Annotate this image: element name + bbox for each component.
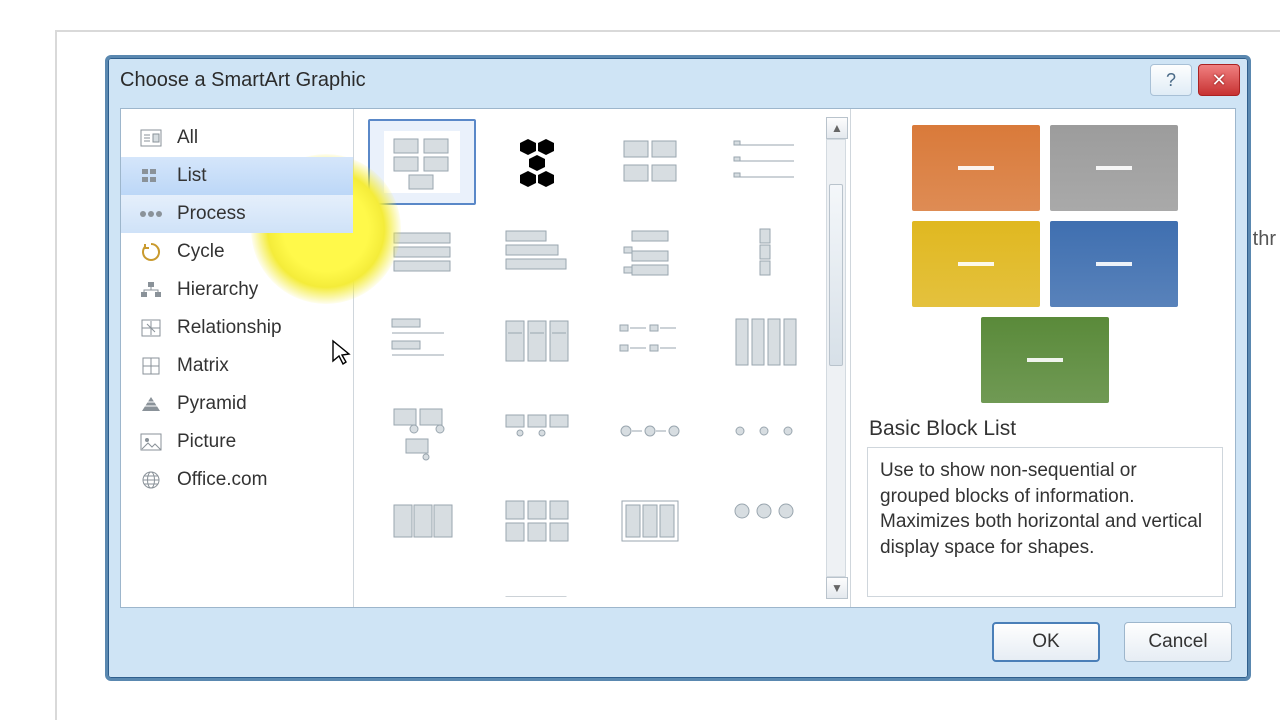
titlebar: Choose a SmartArt Graphic ? ✕: [108, 58, 1248, 102]
layout-thumb[interactable]: [368, 479, 476, 565]
layout-thumb[interactable]: [596, 569, 704, 597]
layout-thumb[interactable]: [368, 299, 476, 385]
layout-thumb[interactable]: [482, 569, 590, 597]
relationship-icon: [139, 318, 163, 338]
layout-thumb[interactable]: [482, 119, 590, 205]
category-label: Office.com: [177, 469, 267, 491]
background-text-fragment: thr: [1253, 228, 1276, 251]
category-officecom[interactable]: Office.com: [121, 461, 353, 499]
category-cycle[interactable]: Cycle: [121, 233, 353, 271]
preview-title: Basic Block List: [869, 417, 1223, 441]
layout-thumb[interactable]: [596, 479, 704, 565]
category-process[interactable]: Process: [121, 195, 353, 233]
help-button[interactable]: ?: [1150, 64, 1192, 96]
layout-thumb[interactable]: [482, 479, 590, 565]
preview-pane: Basic Block List Use to show non-sequent…: [851, 109, 1235, 607]
category-label: Picture: [177, 431, 236, 453]
category-label: Process: [177, 203, 246, 225]
category-label: Relationship: [177, 317, 282, 339]
layout-thumb[interactable]: [710, 299, 818, 385]
category-label: Pyramid: [177, 393, 247, 415]
layout-thumb[interactable]: [710, 569, 818, 597]
help-icon: ?: [1166, 70, 1176, 91]
category-relationship[interactable]: Relationship: [121, 309, 353, 347]
matrix-icon: [139, 356, 163, 376]
layout-thumb[interactable]: [596, 209, 704, 295]
category-matrix[interactable]: Matrix: [121, 347, 353, 385]
hierarchy-icon: [139, 280, 163, 300]
gallery-scrollbar[interactable]: ▲ ▼: [826, 117, 846, 599]
layout-thumb[interactable]: [368, 569, 476, 597]
category-picture[interactable]: Picture: [121, 423, 353, 461]
globe-icon: [139, 470, 163, 490]
layout-thumb[interactable]: [368, 209, 476, 295]
category-label: List: [177, 165, 207, 187]
scroll-down-button[interactable]: ▼: [826, 577, 848, 599]
layout-thumb[interactable]: [482, 209, 590, 295]
layout-thumb[interactable]: [596, 389, 704, 475]
category-label: Matrix: [177, 355, 229, 377]
block-dash: [1096, 262, 1132, 266]
category-list-item[interactable]: List: [121, 157, 353, 195]
layout-gallery: ▲ ▼: [354, 109, 851, 607]
pyramid-icon: [139, 394, 163, 414]
preview-graphic: [867, 125, 1223, 405]
dialog-client-area: All List Process Cycle: [120, 108, 1236, 608]
close-button[interactable]: ✕: [1198, 64, 1240, 96]
category-pyramid[interactable]: Pyramid: [121, 385, 353, 423]
category-label: Hierarchy: [177, 279, 258, 301]
layout-thumb[interactable]: [482, 389, 590, 475]
cancel-button[interactable]: Cancel: [1124, 622, 1232, 662]
dialog-title: Choose a SmartArt Graphic: [120, 69, 1144, 92]
layout-thumb[interactable]: [710, 479, 818, 565]
category-label: Cycle: [177, 241, 225, 263]
preview-block: [912, 221, 1040, 307]
process-icon: [139, 204, 163, 224]
layout-thumb[interactable]: [596, 119, 704, 205]
cycle-icon: [139, 242, 163, 262]
list-icon: [139, 166, 163, 186]
category-label: All: [177, 127, 198, 149]
category-list: All List Process Cycle: [121, 109, 354, 607]
picture-icon: [139, 432, 163, 452]
preview-block: [981, 317, 1109, 403]
block-dash: [958, 262, 994, 266]
category-hierarchy[interactable]: Hierarchy: [121, 271, 353, 309]
block-dash: [1096, 166, 1132, 170]
layout-thumb[interactable]: [368, 389, 476, 475]
layout-thumb[interactable]: [710, 389, 818, 475]
preview-block: [1050, 125, 1178, 211]
scroll-track[interactable]: [826, 139, 846, 577]
layout-thumb[interactable]: [368, 119, 476, 205]
layout-thumb[interactable]: [710, 209, 818, 295]
preview-description: Use to show non-sequential or grouped bl…: [867, 447, 1223, 597]
scroll-up-button[interactable]: ▲: [826, 117, 848, 139]
block-dash: [1027, 358, 1063, 362]
category-all[interactable]: All: [121, 119, 353, 157]
layout-thumb[interactable]: [482, 299, 590, 385]
layout-thumb[interactable]: [596, 299, 704, 385]
scroll-thumb[interactable]: [829, 184, 843, 366]
block-dash: [958, 166, 994, 170]
preview-block: [1050, 221, 1178, 307]
preview-block: [912, 125, 1040, 211]
layout-thumb[interactable]: [710, 119, 818, 205]
dialog-buttons: OK Cancel: [992, 622, 1232, 662]
ok-button[interactable]: OK: [992, 622, 1100, 662]
close-icon: ✕: [1211, 70, 1226, 91]
smartart-dialog: Choose a SmartArt Graphic ? ✕ All List: [105, 55, 1251, 681]
all-icon: [139, 128, 163, 148]
